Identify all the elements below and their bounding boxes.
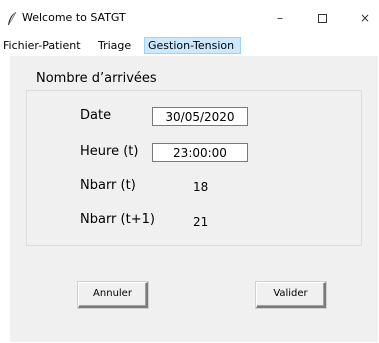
maximize-icon[interactable] <box>311 9 333 27</box>
cancel-button[interactable]: Annuler <box>78 282 148 308</box>
nbarr-t1-value: 21 <box>193 215 209 229</box>
date-label: Date <box>80 108 112 123</box>
nbarr-t-label: Nbarr (t) <box>80 178 136 193</box>
title-bar[interactable]: Welcome to SATGT – × <box>0 0 379 36</box>
feather-icon <box>7 11 17 25</box>
validate-button[interactable]: Valider <box>256 282 326 308</box>
hour-field[interactable] <box>152 143 248 162</box>
minimize-icon[interactable]: – <box>269 9 291 27</box>
app-window: Welcome to SATGT – × Fichier-Patient Tri… <box>0 0 379 343</box>
menu-bar: Fichier-Patient Triage Gestion-Tension <box>0 36 379 56</box>
main-panel: Nombre d’arrivées Date Heure (t) Nbarr (… <box>10 56 378 342</box>
menu-triage[interactable]: Triage <box>95 37 134 54</box>
window-title: Welcome to SATGT <box>22 11 126 24</box>
nbarr-t1-label: Nbarr (t+1) <box>80 212 155 227</box>
menu-gestion-tension[interactable]: Gestion-Tension <box>144 37 241 54</box>
nbarr-t-value: 18 <box>193 180 209 194</box>
date-field[interactable] <box>152 107 248 126</box>
menu-fichier-patient[interactable]: Fichier-Patient <box>0 37 84 54</box>
hour-label: Heure (t) <box>80 144 139 159</box>
group-title: Nombre d’arrivées <box>36 71 157 86</box>
close-icon[interactable]: × <box>354 9 376 27</box>
